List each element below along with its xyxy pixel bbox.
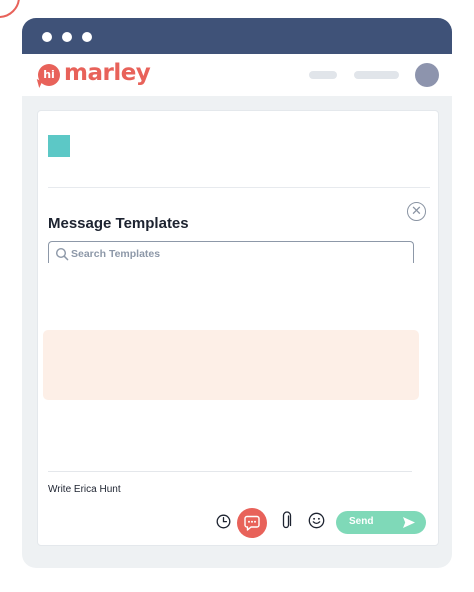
app-header: hi marley [22,54,452,96]
nav-placeholder[interactable] [354,71,399,79]
close-templates-button[interactable]: ✕ [407,202,426,221]
clock-icon[interactable] [216,514,231,529]
template-preview-area[interactable] [43,330,419,400]
send-button-label: Send [349,516,374,527]
paperclip-icon[interactable] [280,511,292,531]
send-arrow-icon [403,517,415,528]
contact-avatar [48,135,70,157]
app-window: hi marley ✕ Message Templates Search Tem… [22,18,452,568]
templates-button[interactable] [237,508,267,538]
divider [48,187,430,188]
divider [48,471,412,472]
conversation-panel: ✕ Message Templates Search Templates Wri… [37,110,439,546]
template-search[interactable] [48,241,414,263]
message-input[interactable] [48,481,348,497]
window-control-dot[interactable] [42,32,52,42]
window-control-dot[interactable] [82,32,92,42]
send-button[interactable]: Send [336,511,426,534]
search-icon [55,247,69,261]
nav-placeholder[interactable] [309,71,337,79]
window-titlebar [22,18,452,54]
logo-wordmark: marley [64,60,151,86]
window-control-dot[interactable] [62,32,72,42]
close-icon: ✕ [411,204,422,219]
decorative-arc [0,0,20,18]
search-input[interactable] [71,245,401,262]
smiley-icon[interactable] [308,512,325,529]
templates-title: Message Templates [48,215,189,232]
logo-badge: hi [38,64,60,86]
avatar[interactable] [415,63,439,87]
